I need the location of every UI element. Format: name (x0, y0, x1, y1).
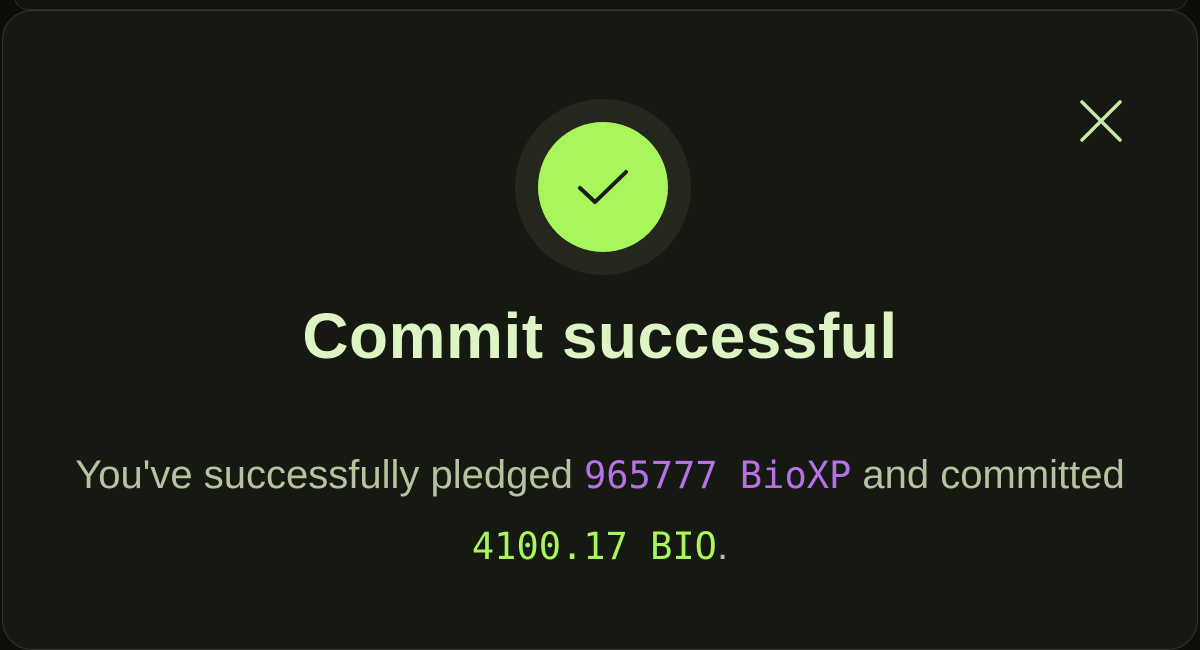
success-icon-circle (538, 122, 668, 252)
modal-title: Commit successful (302, 300, 898, 372)
close-button[interactable] (1073, 93, 1129, 149)
message-suffix: . (716, 524, 729, 568)
checkmark-icon (578, 170, 628, 204)
message-middle: and committed (851, 453, 1125, 497)
success-icon-ring (515, 99, 691, 275)
background-card (14, 0, 1188, 10)
message-prefix: You've successfully pledged (75, 453, 584, 497)
bio-amount: 4100.17 BIO (471, 525, 717, 568)
bioxp-amount: 965777 BioXP (583, 454, 852, 497)
close-icon[interactable] (1079, 99, 1123, 143)
modal-message: You've successfully pledged 965777 BioXP… (60, 440, 1140, 582)
